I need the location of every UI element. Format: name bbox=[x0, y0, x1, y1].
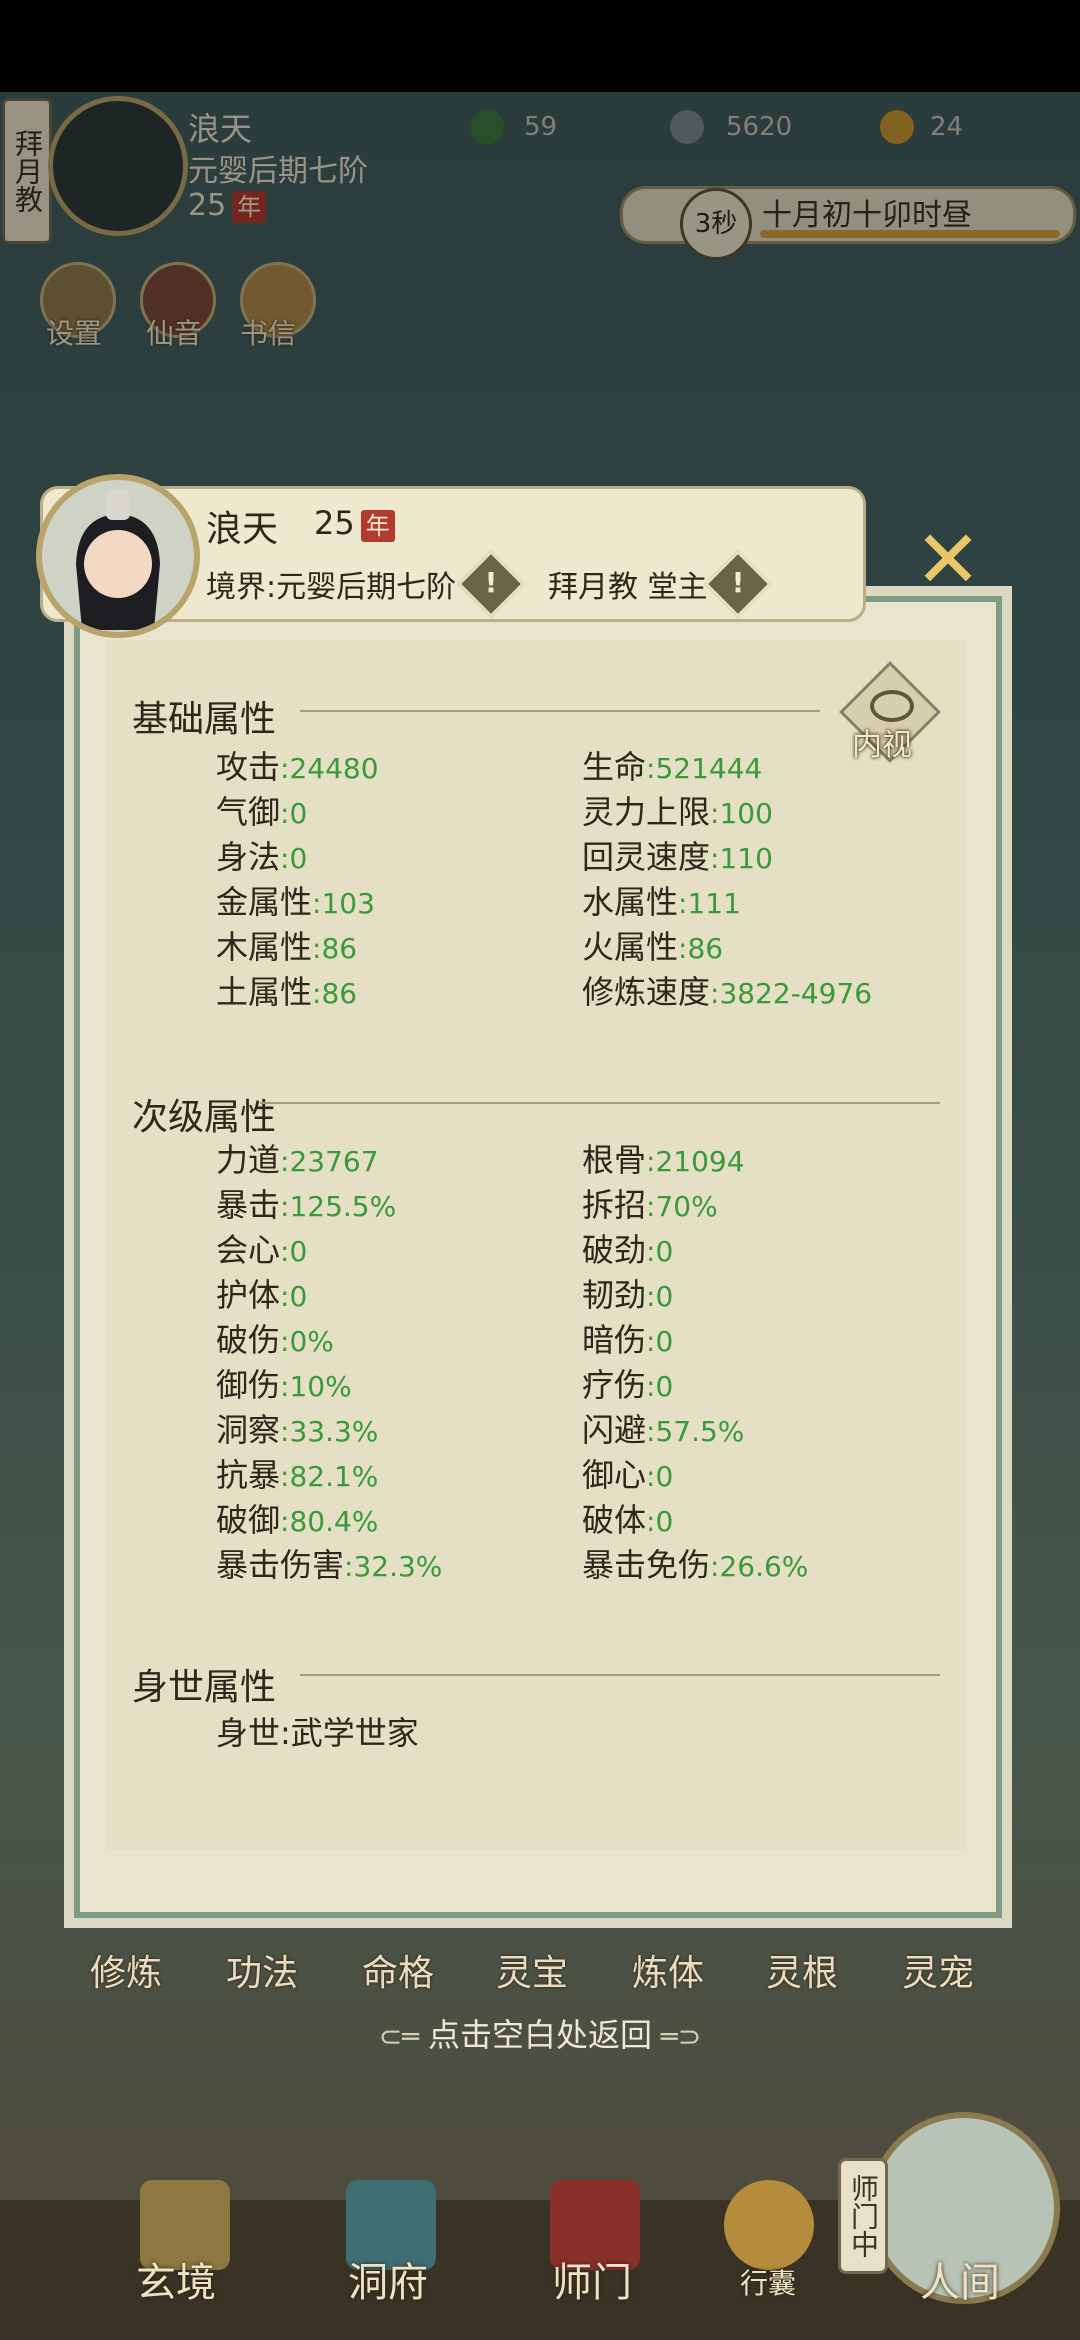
stat-attack: 攻击:24480 bbox=[216, 748, 379, 786]
stat-body-guard: 护体:0 bbox=[216, 1276, 308, 1314]
stat-break-wound: 破伤:0% bbox=[216, 1321, 334, 1359]
secondary-attributes-title: 次级属性 bbox=[132, 1097, 277, 1138]
close-icon[interactable]: ✕ bbox=[900, 512, 996, 608]
stat-dodge: 闪避:57.5% bbox=[582, 1411, 745, 1449]
status-bar bbox=[0, 0, 1080, 92]
basic-attributes-title: 基础属性 bbox=[132, 699, 277, 740]
stat-break-force: 破劲:0 bbox=[582, 1231, 674, 1269]
stat-wound-defense: 御伤:10% bbox=[216, 1366, 352, 1404]
stat-hidden-wound: 暗伤:0 bbox=[582, 1321, 674, 1359]
divider bbox=[300, 1674, 940, 1676]
realm-info-mark: ! bbox=[484, 566, 498, 599]
stat-crit-resist: 抗暴:82.1% bbox=[216, 1456, 379, 1494]
stat-crit-damage: 暴击伤害:32.3% bbox=[216, 1546, 443, 1584]
stat-parry: 拆招:70% bbox=[582, 1186, 718, 1224]
neishi-label: 内视 bbox=[852, 728, 912, 763]
stat-qi-defense: 气御:0 bbox=[216, 793, 308, 831]
stat-cultivation-speed: 修炼速度:3822-4976 bbox=[582, 973, 873, 1011]
stat-hp: 生命:521444 bbox=[582, 748, 763, 786]
bag-icon bbox=[724, 2180, 814, 2270]
profile-age: 25 年 bbox=[314, 504, 395, 542]
stat-agility: 身法:0 bbox=[216, 838, 308, 876]
tab-spirit-pet[interactable]: 灵宠 bbox=[902, 1944, 974, 1996]
stat-armor-break: 破御:80.4% bbox=[216, 1501, 379, 1539]
stat-earth: 土属性:86 bbox=[216, 973, 358, 1011]
stat-crit-reduction: 暴击免伤:26.6% bbox=[582, 1546, 809, 1584]
stat-wood: 木属性:86 bbox=[216, 928, 358, 966]
stat-insight-crit: 会心:0 bbox=[216, 1231, 308, 1269]
nav-shimen[interactable]: 师门 bbox=[552, 2250, 632, 2308]
profile-avatar bbox=[36, 474, 200, 638]
stat-crit: 暴击:125.5% bbox=[216, 1186, 397, 1224]
nav-xingnang[interactable]: 行囊 bbox=[740, 2262, 796, 2302]
background-attributes-title: 身世属性 bbox=[132, 1667, 277, 1708]
return-hint: ⊂═ 点击空白处返回 ═⊃ bbox=[378, 2016, 702, 2054]
divider bbox=[300, 710, 820, 712]
stat-healing: 疗伤:0 bbox=[582, 1366, 674, 1404]
tab-cultivation[interactable]: 修炼 bbox=[90, 1944, 162, 1996]
nav-renjian[interactable]: 人间 bbox=[920, 2250, 1000, 2308]
tab-body-refining[interactable]: 炼体 bbox=[632, 1944, 704, 1996]
stat-perception: 洞察:33.3% bbox=[216, 1411, 379, 1449]
profile-realm: 境界:元婴后期七阶 bbox=[206, 570, 457, 605]
stat-strength: 力道:23767 bbox=[216, 1141, 379, 1179]
stat-mind-guard: 御心:0 bbox=[582, 1456, 674, 1494]
stat-spirit-max: 灵力上限:100 bbox=[582, 793, 773, 831]
profile-name: 浪天 bbox=[206, 509, 279, 550]
nav-dongfu[interactable]: 洞府 bbox=[348, 2250, 428, 2308]
sect-status-tag: 师门中 bbox=[838, 2158, 888, 2274]
tab-treasure[interactable]: 灵宝 bbox=[496, 1944, 568, 1996]
stat-water: 水属性:111 bbox=[582, 883, 741, 921]
stat-origin: 身世:武学世家 bbox=[216, 1714, 419, 1752]
stat-toughness: 韧劲:0 bbox=[582, 1276, 674, 1314]
stat-body-break: 破体:0 bbox=[582, 1501, 674, 1539]
tab-fate[interactable]: 命格 bbox=[362, 1944, 434, 1996]
tab-techniques[interactable]: 功法 bbox=[226, 1944, 298, 1996]
divider bbox=[260, 1102, 940, 1104]
stat-metal: 金属性:103 bbox=[216, 883, 375, 921]
tab-spirit-root[interactable]: 灵根 bbox=[766, 1944, 838, 1996]
eye-icon bbox=[870, 690, 914, 722]
nav-xuanjing[interactable]: 玄境 bbox=[136, 2250, 216, 2308]
stat-constitution: 根骨:21094 bbox=[582, 1141, 745, 1179]
profile-sect: 拜月教 堂主 bbox=[548, 570, 708, 605]
stat-spirit-regen: 回灵速度:110 bbox=[582, 838, 773, 876]
sect-info-mark: ! bbox=[731, 566, 745, 599]
stat-fire: 火属性:86 bbox=[582, 928, 724, 966]
